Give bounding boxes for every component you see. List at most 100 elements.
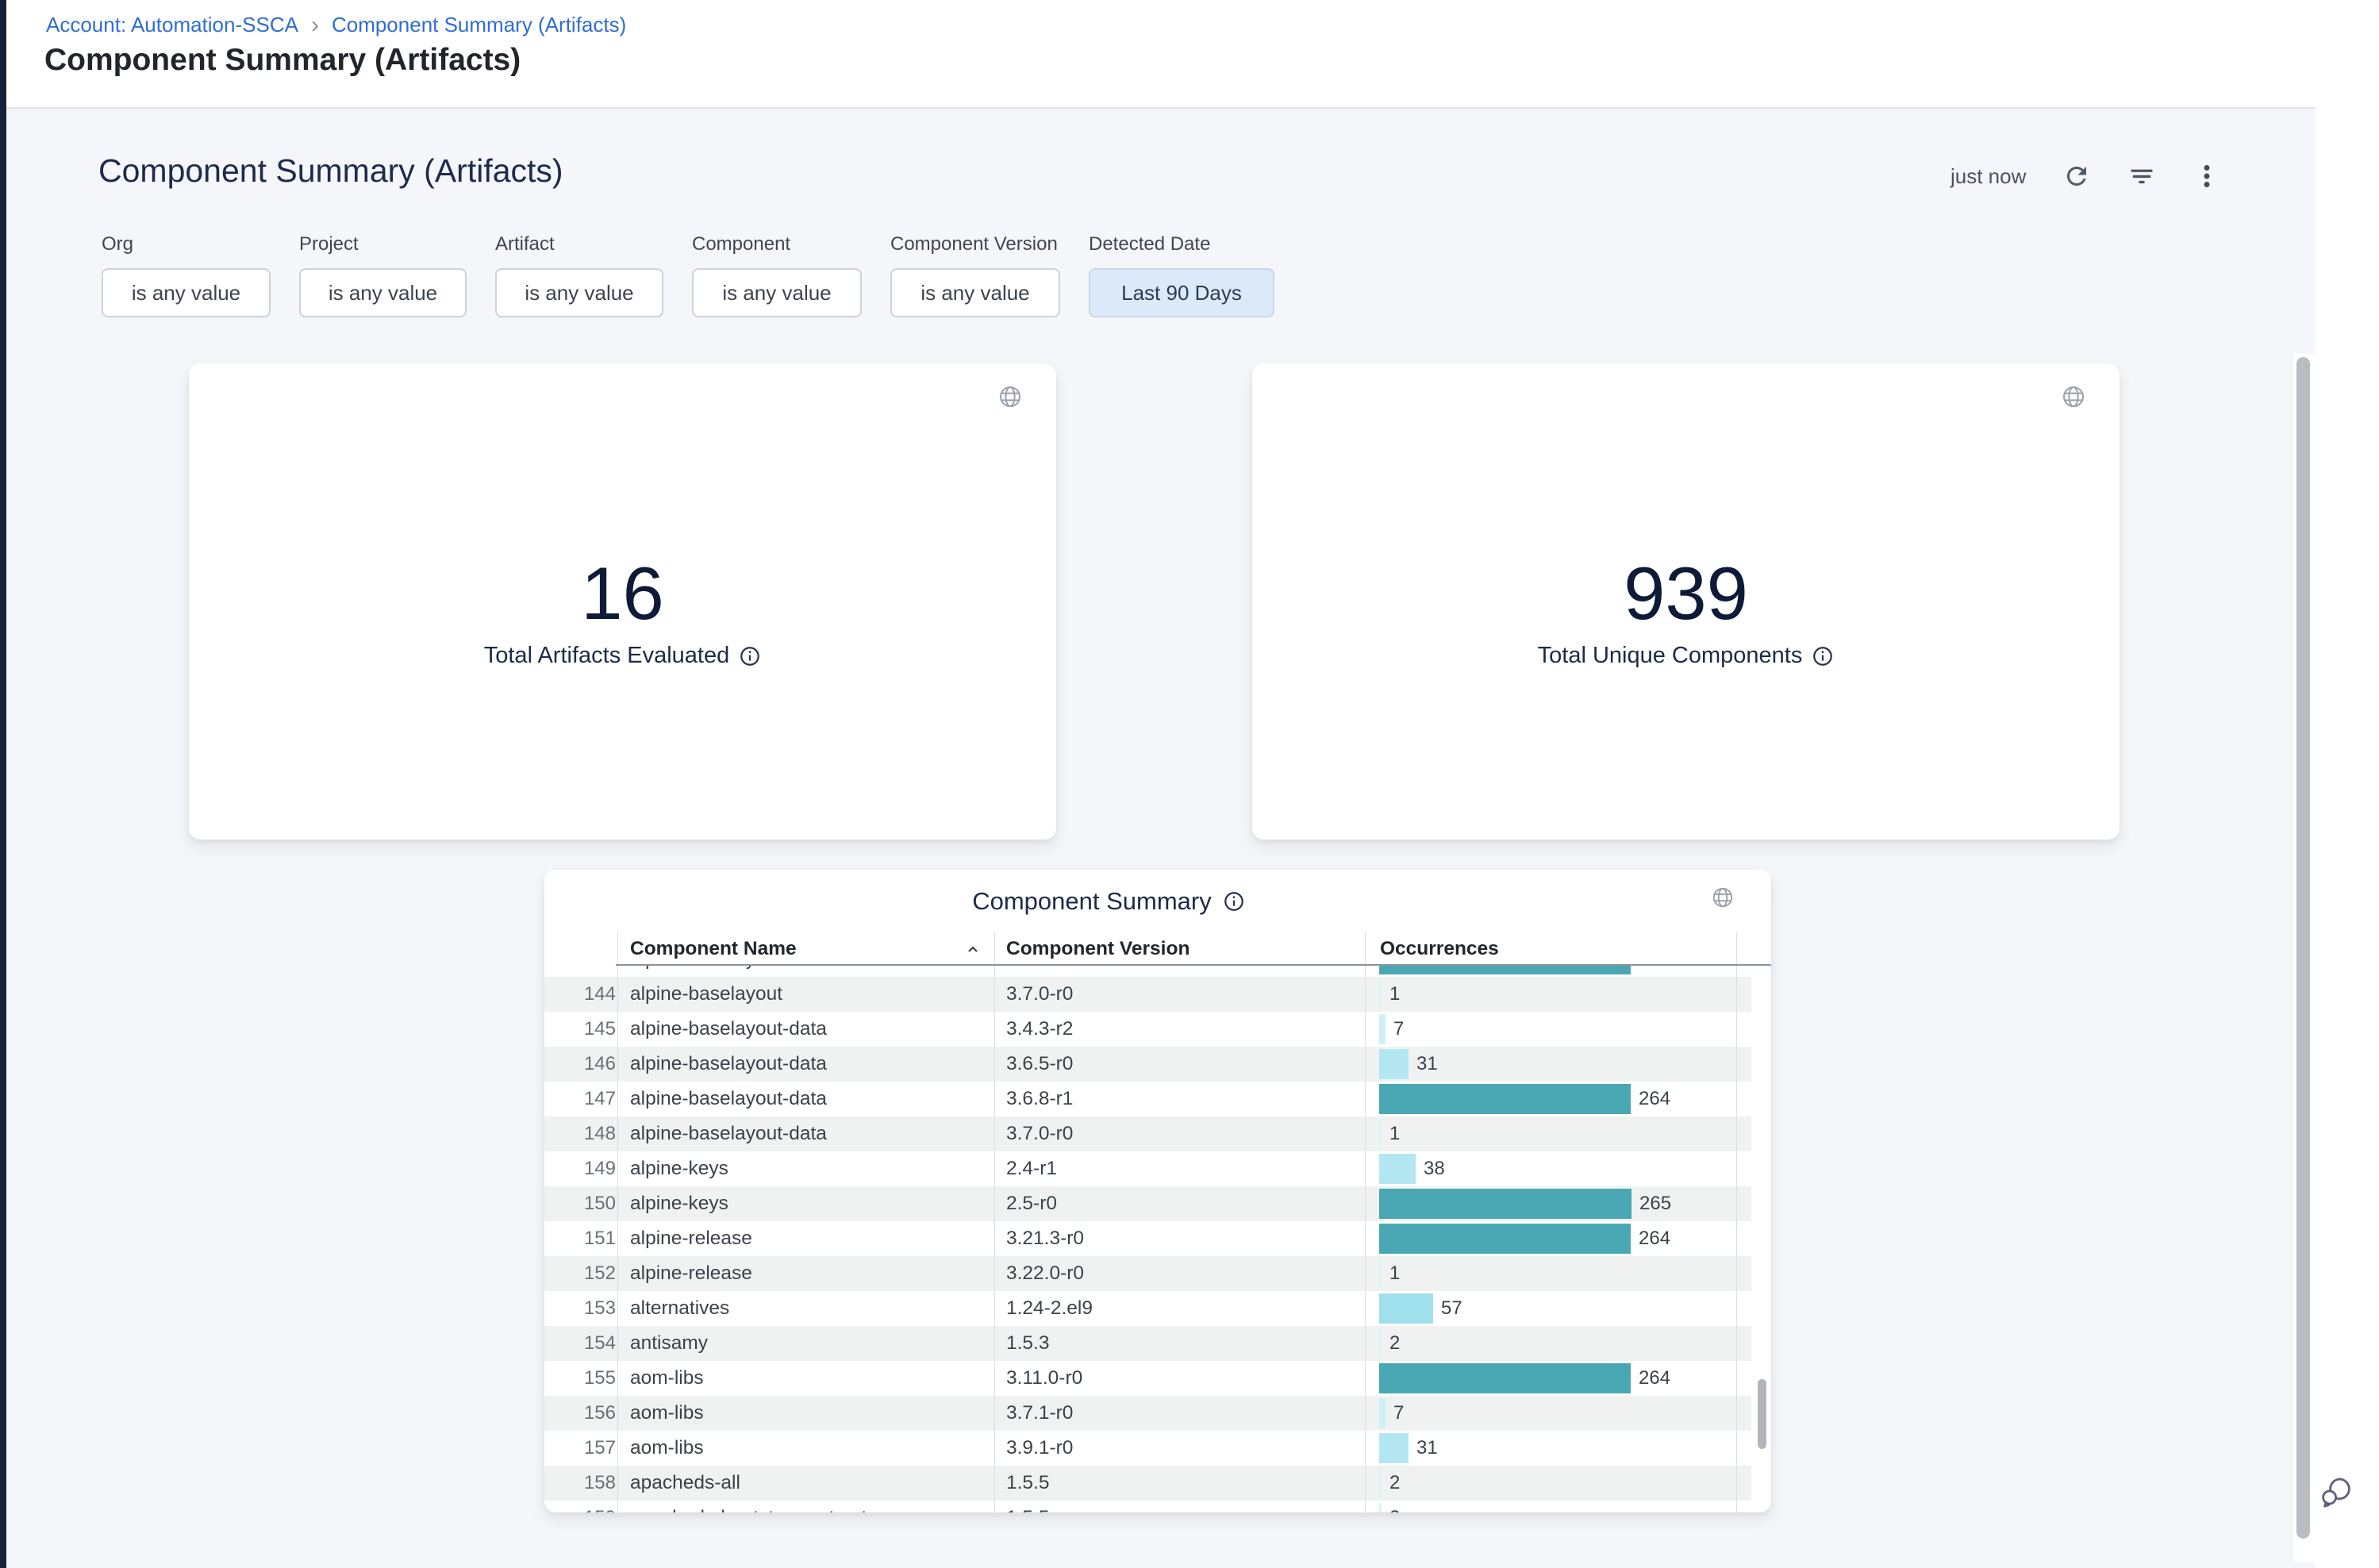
cell-occurrences-value: 2 xyxy=(1389,1326,1400,1361)
row-number: 143 xyxy=(544,966,616,977)
globe-icon[interactable] xyxy=(997,384,1023,409)
row-number: 154 xyxy=(544,1326,616,1361)
breadcrumb-chevron-icon: › xyxy=(311,14,319,37)
table-row: 144 alpine-baselayout 3.7.0-r0 1 xyxy=(544,977,1751,1012)
cell-occurrences-value: 2 xyxy=(1389,1466,1400,1501)
page-scrollbar-thumb[interactable] xyxy=(2296,357,2310,1539)
column-header-component-name[interactable]: Component Name xyxy=(630,932,797,964)
dashboard-toolbar: just now xyxy=(1950,159,2221,194)
row-number: 155 xyxy=(544,1361,616,1396)
cell-component-name: alpine-release xyxy=(630,1256,752,1291)
info-icon[interactable] xyxy=(1223,890,1245,913)
cell-component-name: aom-libs xyxy=(630,1361,704,1396)
cell-component-name: alpine-baselayout-data xyxy=(630,1082,827,1116)
stat-card-total-artifacts: 16 Total Artifacts Evaluated xyxy=(189,363,1056,840)
filter-value-button[interactable]: is any value xyxy=(495,268,663,317)
header-divider xyxy=(6,107,2316,109)
row-number: 157 xyxy=(544,1431,616,1466)
occurrences-bar xyxy=(1379,1503,1382,1512)
table-row: 152 alpine-release 3.22.0-r0 1 xyxy=(544,1256,1751,1291)
table-body: 143 alpine-baselayout 3.6.8-r1 264 144 a… xyxy=(544,966,1771,1512)
filter-group: Detected Date Last 90 Days xyxy=(1089,233,1274,317)
cell-occurrences-value: 264 xyxy=(1639,1221,1670,1256)
occurrences-bar xyxy=(1379,1189,1631,1219)
dashboard-title: Component Summary (Artifacts) xyxy=(98,152,563,190)
cell-occurrences-value: 7 xyxy=(1393,1012,1404,1047)
cell-occurrences-value: 1 xyxy=(1389,977,1400,1012)
cell-component-version: 1.5.3 xyxy=(1006,1326,1050,1361)
globe-icon[interactable] xyxy=(1711,886,1735,909)
chat-support-icon[interactable] xyxy=(2317,1473,2355,1511)
cell-occurrences-value: 264 xyxy=(1639,1361,1670,1396)
stat-card-unique-components: 939 Total Unique Components xyxy=(1252,363,2120,840)
row-number: 146 xyxy=(544,1047,616,1082)
cell-component-version: 3.6.8-r1 xyxy=(1006,966,1073,977)
cell-component-version: 2.5-r0 xyxy=(1006,1186,1057,1221)
cell-component-version: 3.7.1-r0 xyxy=(1006,1396,1073,1431)
kebab-menu-icon[interactable] xyxy=(2193,162,2221,190)
filter-label: Project xyxy=(299,233,467,256)
column-divider xyxy=(1365,932,1366,1512)
cell-component-name: alpine-keys xyxy=(630,1151,728,1186)
cell-occurrences-value: 38 xyxy=(1424,1151,1445,1186)
globe-icon[interactable] xyxy=(2061,384,2086,409)
table-row: 146 alpine-baselayout-data 3.6.5-r0 31 xyxy=(544,1047,1751,1082)
cell-component-version: 1.5.5 xyxy=(1006,1466,1050,1501)
page-right-margin xyxy=(2316,109,2379,1568)
table-row: 148 alpine-baselayout-data 3.7.0-r0 1 xyxy=(544,1116,1751,1151)
occurrences-bar xyxy=(1379,1433,1409,1463)
cell-component-name: alternatives xyxy=(630,1291,729,1326)
stat-value: 939 xyxy=(1252,551,2120,636)
occurrences-bar xyxy=(1379,1119,1382,1149)
filter-value-button[interactable]: is any value xyxy=(890,268,1060,317)
occurrences-bar xyxy=(1379,1293,1433,1324)
filter-label: Component Version xyxy=(890,233,1060,256)
occurrences-bar xyxy=(1379,1084,1631,1114)
row-number: 152 xyxy=(544,1256,616,1291)
stat-label: Total Unique Components xyxy=(1538,643,1803,669)
occurrences-bar xyxy=(1379,979,1382,1009)
info-icon[interactable] xyxy=(739,645,761,667)
cell-component-version: 3.7.0-r0 xyxy=(1006,977,1073,1012)
occurrences-bar xyxy=(1379,1363,1631,1393)
dashboard-filters-icon[interactable] xyxy=(2127,162,2156,190)
sort-ascending-icon xyxy=(963,940,982,959)
cell-occurrences-value: 264 xyxy=(1639,1082,1670,1116)
table-title: Component Summary xyxy=(972,887,1212,916)
column-header-occurrences[interactable]: Occurrences xyxy=(1380,932,1499,964)
table-row: 155 aom-libs 3.11.0-r0 264 xyxy=(544,1361,1751,1396)
column-divider xyxy=(994,932,995,1512)
row-number: 144 xyxy=(544,977,616,1012)
cell-component-version: 3.6.5-r0 xyxy=(1006,1047,1073,1082)
occurrences-bar xyxy=(1379,1328,1382,1359)
table-row: 150 alpine-keys 2.5-r0 265 xyxy=(544,1186,1751,1221)
cell-component-version: 1.5.5 xyxy=(1006,1501,1050,1512)
occurrences-bar xyxy=(1379,1259,1382,1289)
column-header-component-version[interactable]: Component Version xyxy=(1006,932,1190,964)
cell-component-version: 1.24-2.el9 xyxy=(1006,1291,1093,1326)
row-number: 149 xyxy=(544,1151,616,1186)
app-root: Account: Automation-SSCA › Component Sum… xyxy=(0,0,2379,1568)
table-row: 158 apacheds-all 1.5.5 2 xyxy=(544,1466,1751,1501)
collapsed-sidebar-strip xyxy=(0,0,6,1568)
table-row: 151 alpine-release 3.21.3-r0 264 xyxy=(544,1221,1751,1256)
filter-group: Component Version is any value xyxy=(890,233,1060,317)
row-number: 145 xyxy=(544,1012,616,1047)
cell-component-name: aom-libs xyxy=(630,1396,704,1431)
cell-component-name: alpine-baselayout xyxy=(630,966,782,977)
filter-value-button[interactable]: is any value xyxy=(692,268,862,317)
filter-value-button[interactable]: is any value xyxy=(299,268,467,317)
column-divider xyxy=(617,932,618,1512)
filter-value-button[interactable]: Last 90 Days xyxy=(1089,268,1274,317)
table-row: 153 alternatives 1.24-2.el9 57 xyxy=(544,1291,1751,1326)
table-scrollbar-thumb[interactable] xyxy=(1758,1379,1766,1449)
info-icon[interactable] xyxy=(1812,645,1834,667)
row-number: 156 xyxy=(544,1396,616,1431)
breadcrumb-account-link[interactable]: Account: Automation-SSCA xyxy=(46,13,298,37)
filter-value-button[interactable]: is any value xyxy=(102,268,271,317)
table-row: 145 alpine-baselayout-data 3.4.3-r2 7 xyxy=(544,1012,1751,1047)
cell-occurrences-value: 57 xyxy=(1441,1291,1462,1326)
breadcrumb-page-link[interactable]: Component Summary (Artifacts) xyxy=(332,13,626,37)
row-number: 150 xyxy=(544,1186,616,1221)
refresh-icon[interactable] xyxy=(2062,162,2091,190)
